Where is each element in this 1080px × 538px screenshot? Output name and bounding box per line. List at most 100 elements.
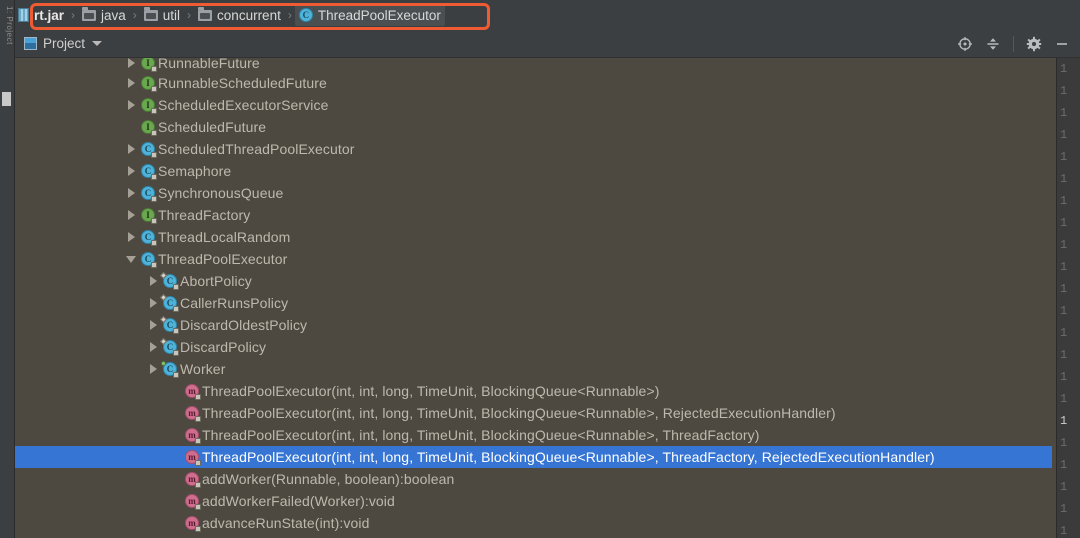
breadcrumb-item-threadpoolexecutor[interactable]: C ThreadPoolExecutor bbox=[294, 4, 445, 26]
modifier-badge bbox=[173, 350, 179, 356]
class-icon: C bbox=[159, 315, 179, 334]
line-number: 1 bbox=[1060, 458, 1068, 472]
tree-row-label: advanceRunState(int):void bbox=[202, 515, 370, 531]
line-number: 1 bbox=[1060, 392, 1068, 406]
tree-row-label: ThreadPoolExecutor(int, int, long, TimeU… bbox=[202, 427, 760, 443]
modifier-badge bbox=[195, 504, 201, 510]
tree-row[interactable]: C ThreadLocalRandom bbox=[14, 226, 1056, 248]
tree-row[interactable]: m addWorker(Runnable, boolean):boolean bbox=[14, 468, 1056, 490]
tree-arrow-placeholder bbox=[168, 402, 182, 424]
tree-row[interactable]: m ThreadPoolExecutor(int, int, long, Time… bbox=[14, 446, 1056, 468]
breadcrumb-label: rt.jar bbox=[34, 7, 65, 23]
chevron-right-icon[interactable] bbox=[124, 94, 138, 116]
breadcrumb-item-util[interactable]: util bbox=[140, 4, 184, 26]
tool-window-strip[interactable]: 1: Project bbox=[0, 0, 15, 538]
chevron-right-icon[interactable] bbox=[146, 270, 160, 292]
tree-row-label: Semaphore bbox=[158, 163, 232, 179]
tree-row-label: ThreadPoolExecutor bbox=[158, 251, 288, 267]
tree-row-label: AbortPolicy bbox=[180, 273, 252, 289]
chevron-right-icon[interactable] bbox=[124, 72, 138, 94]
modifier-badge bbox=[173, 306, 179, 312]
tree-row[interactable]: I ScheduledExecutorService bbox=[14, 94, 1056, 116]
tree-row-label: CallerRunsPolicy bbox=[180, 295, 289, 311]
tree-row[interactable]: C Worker bbox=[14, 358, 1056, 380]
tree-row[interactable]: I RunnableFuture bbox=[14, 58, 1056, 72]
tree-icon-cell: C bbox=[159, 314, 180, 336]
tree-row[interactable]: m addWorkerFailed(Worker):void bbox=[14, 490, 1056, 512]
chevron-right-icon[interactable] bbox=[124, 204, 138, 226]
chevron-right-icon[interactable] bbox=[146, 292, 160, 314]
chevron-right-icon[interactable] bbox=[124, 182, 138, 204]
tree-row[interactable]: I ThreadFactory bbox=[14, 204, 1056, 226]
tree-icon-cell: I bbox=[138, 116, 158, 138]
tree-row[interactable]: I ScheduledFuture bbox=[14, 116, 1056, 138]
chevron-right-icon[interactable] bbox=[146, 336, 160, 358]
tree-row-label: ScheduledThreadPoolExecutor bbox=[158, 141, 355, 157]
line-number: 1 bbox=[1060, 150, 1068, 164]
chevron-right-icon[interactable] bbox=[146, 314, 160, 336]
breadcrumb-item-java[interactable]: java bbox=[78, 4, 130, 26]
modifier-badge bbox=[173, 284, 179, 290]
line-number: 1 bbox=[1060, 216, 1068, 230]
collapse-all-button[interactable] bbox=[981, 32, 1005, 56]
jar-icon bbox=[18, 8, 29, 22]
chevron-down-icon[interactable] bbox=[124, 248, 138, 270]
breadcrumb-separator: › bbox=[132, 8, 137, 22]
tree-row-label: ScheduledExecutorService bbox=[158, 97, 329, 113]
project-window-icon bbox=[24, 37, 37, 50]
modifier-badge bbox=[195, 526, 201, 532]
breadcrumb-label: ThreadPoolExecutor bbox=[317, 7, 441, 23]
tree-arrow-placeholder bbox=[168, 490, 182, 512]
modifier-badge bbox=[151, 130, 157, 136]
tree-row[interactable]: C Semaphore bbox=[14, 160, 1056, 182]
modifier-badge bbox=[195, 394, 201, 400]
tree-row[interactable]: C ScheduledThreadPoolExecutor bbox=[14, 138, 1056, 160]
tree-row-label: addWorker(Runnable, boolean):boolean bbox=[202, 471, 455, 487]
method-icon: m bbox=[185, 406, 201, 422]
line-number: 1 bbox=[1060, 370, 1068, 384]
breadcrumb-item-concurrent[interactable]: concurrent bbox=[194, 4, 285, 26]
class-icon: C bbox=[141, 186, 157, 202]
class-icon: C bbox=[159, 337, 179, 356]
chevron-right-icon[interactable] bbox=[124, 226, 138, 248]
tree-row[interactable]: m ThreadPoolExecutor(int, int, long, Time… bbox=[14, 402, 1056, 424]
line-number: 1 bbox=[1060, 436, 1068, 450]
tree-icon-cell: C bbox=[138, 138, 158, 160]
interface-icon: I bbox=[141, 76, 157, 92]
tree-row[interactable]: C DiscardPolicy bbox=[14, 336, 1056, 358]
project-tool-window-header: Project bbox=[14, 30, 1080, 58]
static-marker bbox=[159, 337, 168, 346]
tree-row[interactable]: m ThreadPoolExecutor(int, int, long, Time… bbox=[14, 424, 1056, 446]
line-number: 1 bbox=[1060, 172, 1068, 186]
tree-row[interactable]: I RunnableScheduledFuture bbox=[14, 72, 1056, 94]
modifier-badge bbox=[151, 152, 157, 158]
line-number: 1 bbox=[1060, 128, 1068, 142]
chevron-down-icon[interactable] bbox=[92, 41, 103, 46]
tree-row[interactable]: C SynchronousQueue bbox=[14, 182, 1056, 204]
breadcrumb-item-rt-jar[interactable]: rt.jar bbox=[16, 4, 68, 26]
tree-row[interactable]: C DiscardOldestPolicy bbox=[14, 314, 1056, 336]
chevron-right-icon[interactable] bbox=[124, 138, 138, 160]
method-icon: m bbox=[185, 384, 201, 400]
modifier-badge bbox=[195, 416, 201, 422]
settings-button[interactable] bbox=[1022, 32, 1046, 56]
breadcrumb-label: concurrent bbox=[217, 7, 281, 23]
tree-row[interactable]: C ThreadPoolExecutor bbox=[14, 248, 1056, 270]
tree-row[interactable]: m advanceRunState(int):void bbox=[14, 512, 1056, 534]
tree-row-label: addWorkerFailed(Worker):void bbox=[202, 493, 395, 509]
tree-row[interactable]: C CallerRunsPolicy bbox=[14, 292, 1056, 314]
project-tool-window-title[interactable]: Project bbox=[24, 36, 103, 51]
tree-row[interactable]: C AbortPolicy bbox=[14, 270, 1056, 292]
line-number: 1 bbox=[1060, 62, 1068, 76]
breadcrumb: rt.jar › java › util › concurrent › C Th… bbox=[0, 0, 1080, 30]
chevron-right-icon[interactable] bbox=[124, 160, 138, 182]
modifier-badge bbox=[151, 240, 157, 246]
modifier-badge bbox=[173, 328, 179, 334]
tree-row[interactable]: m ThreadPoolExecutor(int, int, long, Time… bbox=[14, 380, 1056, 402]
folder-icon bbox=[198, 6, 213, 21]
chevron-right-icon[interactable] bbox=[146, 358, 160, 380]
tree-icon-cell: m bbox=[182, 402, 202, 424]
project-tree[interactable]: I RunnableFuture I RunnableScheduledFuture I… bbox=[14, 58, 1056, 538]
hide-button[interactable] bbox=[1050, 32, 1074, 56]
scroll-from-source-button[interactable] bbox=[953, 32, 977, 56]
